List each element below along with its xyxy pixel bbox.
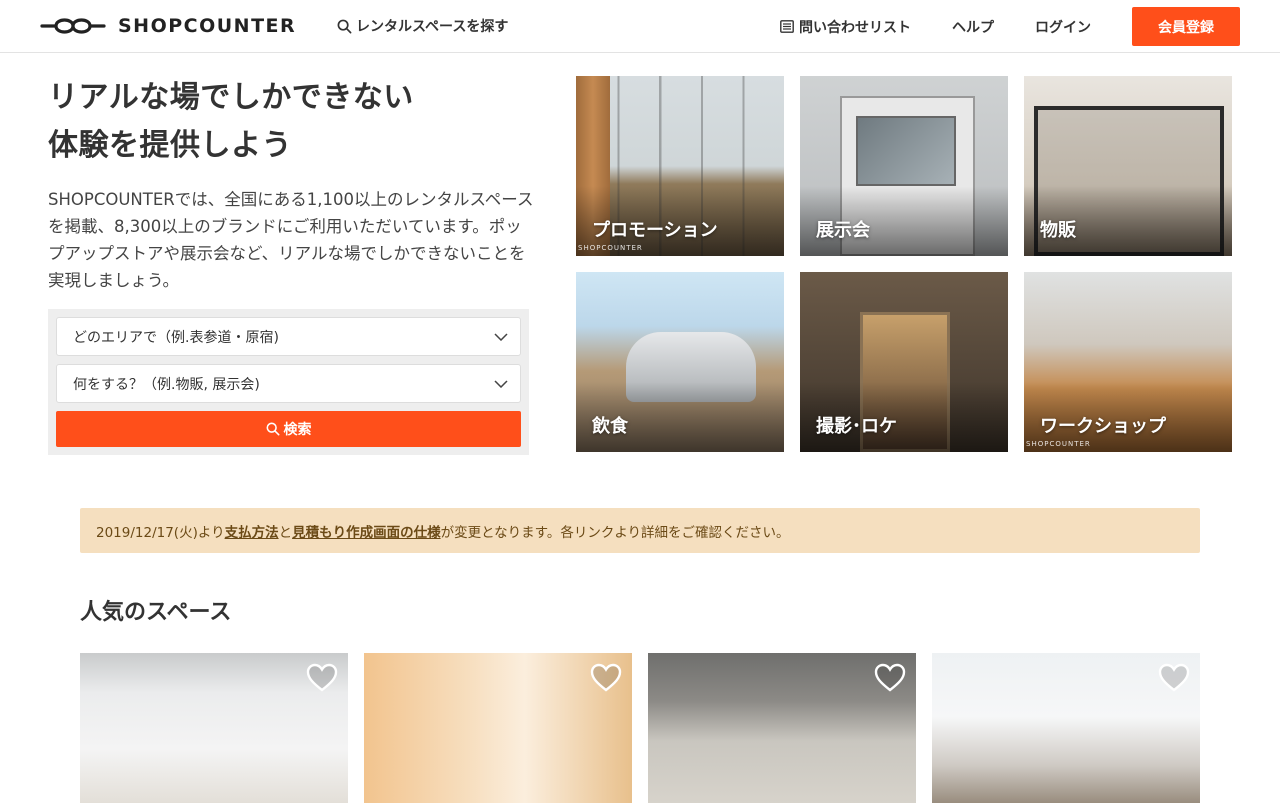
category-tile-exhibition[interactable]: 展示会	[800, 76, 1008, 256]
search-icon	[266, 422, 279, 436]
notice-suffix: が変更となります。各リンクより詳細をご確認ください。	[440, 524, 790, 541]
area-select-label: どのエリアで（例.表参道・原宿)	[73, 329, 279, 346]
category-label: 飲食	[592, 416, 628, 437]
heart-icon[interactable]	[874, 663, 906, 693]
hero-description: SHOPCOUNTERでは、全国にある1,100以上のレンタルスペースを掲載、8…	[48, 190, 534, 290]
nav-help[interactable]: ヘルプ	[952, 17, 994, 37]
notice-link-quote-spec[interactable]: 見積もり作成画面の仕様	[292, 521, 441, 541]
category-label: 展示会	[816, 220, 870, 241]
space-card[interactable]	[648, 653, 916, 803]
heart-icon[interactable]	[590, 663, 622, 693]
category-label: 撮影･ロケ	[816, 416, 897, 437]
nav-right: 問い合わせリスト ヘルプ ログイン 会員登録	[780, 7, 1240, 46]
search-icon	[337, 19, 352, 33]
category-tile-promotion[interactable]: プロモーション SHOPCOUNTER	[576, 76, 784, 256]
category-label: プロモーション	[592, 220, 718, 241]
list-icon	[780, 20, 794, 33]
notice-middle: と	[278, 524, 293, 541]
purpose-select[interactable]: 何をする？（例.物販, 展示会)	[56, 364, 521, 403]
popular-section-title: 人気のスペース	[80, 600, 232, 625]
search-box: どのエリアで（例.表参道・原宿) 何をする？（例.物販, 展示会) 検索	[48, 309, 529, 455]
nav-contact-list[interactable]: 問い合わせリスト	[780, 17, 911, 37]
chevron-down-icon	[494, 379, 508, 388]
hero-title-line1: リアルな場でしかできない	[48, 80, 414, 115]
nav-search-link[interactable]: レンタルスペースを探す	[337, 16, 508, 36]
nav-search-label: レンタルスペースを探す	[356, 19, 509, 35]
category-tile-photoshoot[interactable]: 撮影･ロケ	[800, 272, 1008, 452]
chevron-down-icon	[494, 332, 508, 341]
logo-text: SHOPCOUNTER	[118, 15, 297, 37]
logo-mark-icon	[40, 18, 106, 34]
space-card[interactable]	[932, 653, 1200, 803]
heart-icon[interactable]	[1158, 663, 1190, 693]
space-card[interactable]	[80, 653, 348, 803]
category-tile-retail[interactable]: 物販	[1024, 76, 1232, 256]
hero-title-line2: 体験を提供しよう	[48, 128, 292, 163]
category-label: ワークショップ	[1040, 416, 1166, 437]
heart-icon[interactable]	[306, 663, 338, 693]
category-tile-workshop[interactable]: ワークショップ SHOPCOUNTER	[1024, 272, 1232, 452]
notice-link-payment[interactable]: 支払方法	[225, 521, 279, 541]
notice-banner: 2019/12/17(火)より 支払方法 と 見積もり作成画面の仕様 が変更とな…	[80, 508, 1200, 553]
purpose-select-label: 何をする？（例.物販, 展示会)	[73, 376, 260, 393]
logo[interactable]: SHOPCOUNTER	[40, 14, 296, 38]
notice-prefix: 2019/12/17(火)より	[96, 524, 225, 541]
site-header: SHOPCOUNTER レンタルスペースを探す 問い合わせリスト ヘルプ ログイ…	[0, 0, 1280, 53]
search-button[interactable]: 検索	[56, 411, 521, 447]
nav-contact-list-label: 問い合わせリスト	[799, 19, 911, 36]
watermark: SHOPCOUNTER	[1026, 440, 1091, 448]
category-label: 物販	[1040, 220, 1076, 241]
nav-login[interactable]: ログイン	[1035, 17, 1091, 37]
watermark: SHOPCOUNTER	[578, 244, 643, 252]
signup-button[interactable]: 会員登録	[1132, 7, 1240, 46]
search-button-label: 検索	[283, 422, 312, 438]
hero-title: リアルな場でしかできない 体験を提供しよう	[48, 74, 548, 170]
category-tile-food[interactable]: 飲食	[576, 272, 784, 452]
area-select[interactable]: どのエリアで（例.表参道・原宿)	[56, 317, 521, 356]
space-card[interactable]	[364, 653, 632, 803]
